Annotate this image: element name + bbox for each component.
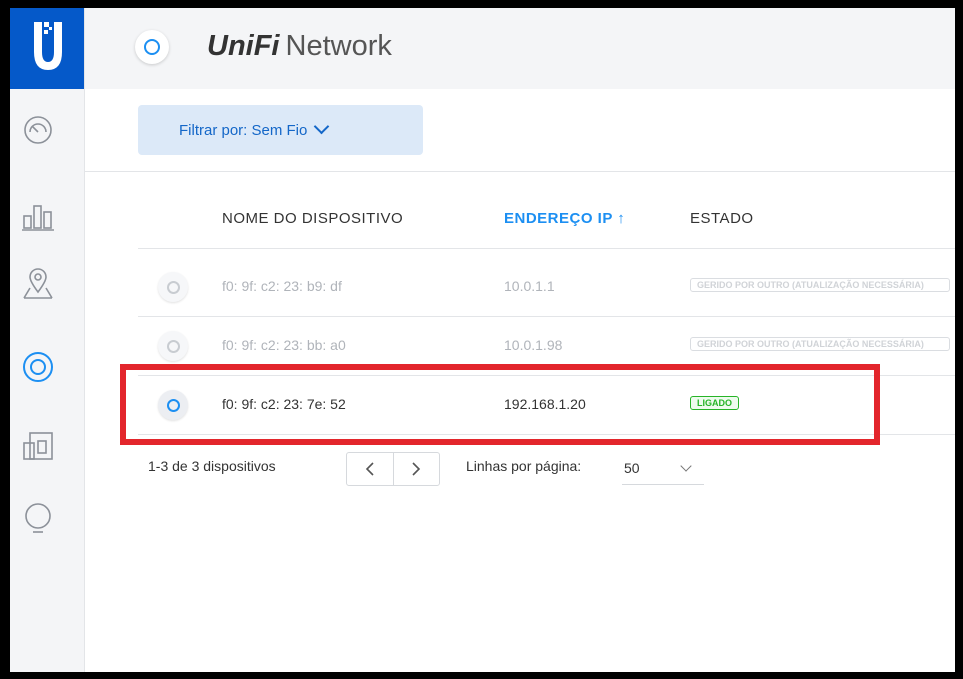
top-header: UniFi Network xyxy=(85,8,955,89)
device-ip: 10.0.1.1 xyxy=(504,278,555,294)
clients-icon[interactable] xyxy=(18,425,58,465)
chevron-left-icon xyxy=(365,462,374,476)
frame-right xyxy=(955,0,963,679)
previous-page-button[interactable] xyxy=(347,453,393,485)
dashboard-icon[interactable] xyxy=(18,110,58,150)
rows-per-page-select[interactable]: 50 xyxy=(622,456,704,485)
device-ip: 10.0.1.98 xyxy=(504,337,563,353)
access-point-icon xyxy=(158,272,188,302)
column-device-name[interactable]: NOME DO DISPOSITIVO xyxy=(222,210,403,227)
rows-per-page-label: Linhas por página: xyxy=(466,458,582,474)
device-name: f0: 9f: c2: 23: 7e: 52 xyxy=(222,396,346,412)
sidebar xyxy=(10,8,85,672)
device-ip: 192.168.1.20 xyxy=(504,396,586,412)
filter-label: Filtrar por: Sem Fio xyxy=(179,121,308,139)
access-point-icon xyxy=(158,390,188,420)
app-title: UniFi Network xyxy=(207,30,392,64)
filter-bar: Filtrar por: Sem Fio xyxy=(85,89,955,172)
insights-icon[interactable] xyxy=(18,498,58,538)
device-status-icon[interactable] xyxy=(135,30,169,64)
rows-per-page-value: 50 xyxy=(624,460,640,476)
table-row[interactable]: f0: 9f: c2: 23: bb: a0 10.0.1.98 GERIDO … xyxy=(138,317,955,376)
table-header: NOME DO DISPOSITIVO ENDEREÇO IP ↑ ESTADO xyxy=(138,190,955,249)
next-page-button[interactable] xyxy=(392,453,440,485)
status-badge: LIGADO xyxy=(690,396,739,410)
chevron-down-icon xyxy=(680,460,692,472)
device-name: f0: 9f: c2: 23: bb: a0 xyxy=(222,337,346,353)
table-row[interactable]: f0: 9f: c2: 23: b9: df 10.0.1.1 GERIDO P… xyxy=(138,258,955,317)
statistics-icon[interactable] xyxy=(18,196,58,236)
devices-icon[interactable] xyxy=(18,347,58,387)
access-point-icon xyxy=(158,331,188,361)
map-icon[interactable] xyxy=(18,264,58,304)
column-state[interactable]: ESTADO xyxy=(690,210,754,227)
status-badge: GERIDO POR OUTRO (ATUALIZAÇÃO NECESSÁRIA… xyxy=(690,278,950,292)
table-row[interactable]: f0: 9f: c2: 23: 7e: 52 192.168.1.20 LIGA… xyxy=(138,376,955,435)
frame-bottom xyxy=(0,672,963,679)
ubiquiti-logo[interactable] xyxy=(10,8,84,89)
status-badge: GERIDO POR OUTRO (ATUALIZAÇÃO NECESSÁRIA… xyxy=(690,337,950,351)
frame-left xyxy=(0,0,10,679)
brand-unifi: UniFi xyxy=(207,30,280,62)
chevron-down-icon xyxy=(314,118,330,134)
ubiquiti-u-icon xyxy=(34,22,62,70)
page-navigation xyxy=(346,452,440,486)
device-count: 1-3 de 3 dispositivos xyxy=(148,458,276,474)
brand-network: Network xyxy=(285,30,392,62)
chevron-right-icon xyxy=(412,462,421,476)
device-name: f0: 9f: c2: 23: b9: df xyxy=(222,278,342,294)
filter-dropdown[interactable]: Filtrar por: Sem Fio xyxy=(138,105,423,155)
frame-top xyxy=(0,0,963,8)
column-ip-address[interactable]: ENDEREÇO IP ↑ xyxy=(504,210,625,227)
